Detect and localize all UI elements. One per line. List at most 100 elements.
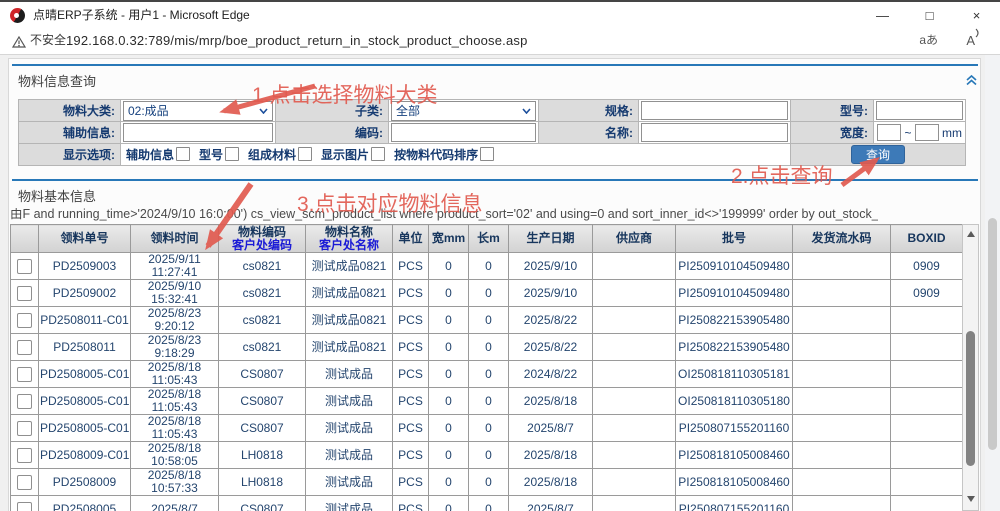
scroll-down-icon[interactable]	[967, 496, 975, 502]
table-cell[interactable]: 0	[429, 361, 469, 388]
table-cell[interactable]	[593, 469, 676, 496]
table-row[interactable]: PD2508005-C012025/8/18 11:05:43CS0807测试成…	[11, 361, 963, 388]
table-cell[interactable]: 2025/8/18 11:05:43	[131, 415, 219, 442]
row-checkbox-cell[interactable]	[11, 415, 39, 442]
table-cell[interactable]: PCS	[393, 496, 429, 511]
table-row[interactable]: PD2508009-C012025/8/18 10:58:05LH0818测试成…	[11, 442, 963, 469]
spec-input[interactable]	[641, 101, 788, 120]
table-cell[interactable]: 测试成品	[306, 442, 393, 469]
table-cell[interactable]: PCS	[393, 334, 429, 361]
table-cell[interactable]: PCS	[393, 253, 429, 280]
table-cell[interactable]: 测试成品	[306, 496, 393, 511]
table-cell[interactable]	[793, 469, 891, 496]
table-cell[interactable]	[593, 280, 676, 307]
table-cell[interactable]: PCS	[393, 469, 429, 496]
table-cell[interactable]: PD2509003	[39, 253, 131, 280]
row-checkbox-cell[interactable]	[11, 361, 39, 388]
table-cell[interactable]: PI250910104509480	[676, 280, 793, 307]
table-cell[interactable]: 0	[469, 334, 509, 361]
table-cell[interactable]: CS0807	[219, 388, 306, 415]
table-cell[interactable]: 测试成品	[306, 388, 393, 415]
read-aloud-icon[interactable]: A	[966, 27, 982, 54]
column-header-link[interactable]: 客户处名称	[307, 239, 391, 252]
table-cell[interactable]: 0	[429, 496, 469, 511]
row-checkbox[interactable]	[17, 313, 32, 328]
table-cell[interactable]	[593, 361, 676, 388]
table-cell[interactable]	[593, 388, 676, 415]
table-cell[interactable]: cs0821	[219, 307, 306, 334]
table-cell[interactable]: 0	[429, 469, 469, 496]
table-cell[interactable]: 2025/8/18	[509, 388, 593, 415]
table-cell[interactable]: LH0818	[219, 442, 306, 469]
table-cell[interactable]: PI250807155201160	[676, 496, 793, 511]
table-cell[interactable]	[891, 307, 963, 334]
table-cell[interactable]: PCS	[393, 307, 429, 334]
table-cell[interactable]: PI250818105008460	[676, 442, 793, 469]
table-cell[interactable]: 2025/8/7	[509, 496, 593, 511]
table-cell[interactable]	[891, 361, 963, 388]
table-cell[interactable]: 0	[429, 415, 469, 442]
table-cell[interactable]: 2025/9/10	[509, 253, 593, 280]
table-cell[interactable]: PI250910104509480	[676, 253, 793, 280]
table-cell[interactable]: 0	[469, 253, 509, 280]
row-checkbox-cell[interactable]	[11, 253, 39, 280]
table-cell[interactable]: 0	[429, 334, 469, 361]
name-input[interactable]	[641, 123, 788, 142]
table-cell[interactable]	[793, 496, 891, 511]
table-cell[interactable]: 0	[429, 442, 469, 469]
table-cell[interactable]: 2025/9/10 15:32:41	[131, 280, 219, 307]
table-cell[interactable]	[793, 280, 891, 307]
table-cell[interactable]: 2025/8/22	[509, 334, 593, 361]
minimize-button[interactable]: —	[859, 4, 906, 29]
table-cell[interactable]: 0909	[891, 253, 963, 280]
table-cell[interactable]: 0	[429, 307, 469, 334]
row-checkbox-cell[interactable]	[11, 442, 39, 469]
row-checkbox-cell[interactable]	[11, 496, 39, 511]
table-cell[interactable]: PD2508005-C01	[39, 415, 131, 442]
table-cell[interactable]: PCS	[393, 388, 429, 415]
table-scrollbar[interactable]	[962, 224, 979, 511]
row-checkbox[interactable]	[17, 367, 32, 382]
table-cell[interactable]	[891, 388, 963, 415]
table-cell[interactable]: PD2509002	[39, 280, 131, 307]
table-cell[interactable]: PD2508011-C01	[39, 307, 131, 334]
table-cell[interactable]: PD2508011	[39, 334, 131, 361]
table-row[interactable]: PD25080112025/8/23 9:18:29cs0821测试成品0821…	[11, 334, 963, 361]
table-cell[interactable]: 0	[429, 280, 469, 307]
table-row[interactable]: PD25080052025/8/7CS0807测试成品PCS002025/8/7…	[11, 496, 963, 511]
table-cell[interactable]: 2025/8/23 9:20:12	[131, 307, 219, 334]
display-option-checkbox[interactable]	[298, 147, 312, 161]
url-text[interactable]: 192.168.0.32:789/mis/mrp/boe_product_ret…	[66, 27, 528, 54]
table-scrollbar-thumb[interactable]	[966, 331, 975, 466]
table-cell[interactable]: PCS	[393, 280, 429, 307]
table-cell[interactable]: PI250818105008460	[676, 469, 793, 496]
table-cell[interactable]	[793, 442, 891, 469]
table-cell[interactable]: 测试成品0821	[306, 334, 393, 361]
scroll-up-icon[interactable]	[967, 231, 975, 237]
table-cell[interactable]: LH0818	[219, 469, 306, 496]
display-option-checkbox[interactable]	[225, 147, 239, 161]
row-checkbox[interactable]	[17, 475, 32, 490]
row-checkbox[interactable]	[17, 421, 32, 436]
table-cell[interactable]: 2025/8/7	[131, 496, 219, 511]
table-cell[interactable]: 2025/8/18 10:58:05	[131, 442, 219, 469]
table-row[interactable]: PD2508011-C012025/8/23 9:20:12cs0821测试成品…	[11, 307, 963, 334]
model-input[interactable]	[876, 101, 963, 120]
table-cell[interactable]: PI250822153905480	[676, 307, 793, 334]
row-checkbox[interactable]	[17, 394, 32, 409]
table-cell[interactable]: 0	[469, 361, 509, 388]
table-cell[interactable]: PI250807155201160	[676, 415, 793, 442]
table-cell[interactable]: 2025/8/7	[509, 415, 593, 442]
row-checkbox[interactable]	[17, 448, 32, 463]
table-cell[interactable]: 测试成品0821	[306, 307, 393, 334]
maximize-button[interactable]: □	[906, 4, 953, 29]
row-checkbox-cell[interactable]	[11, 469, 39, 496]
table-cell[interactable]: PI250822153905480	[676, 334, 793, 361]
row-checkbox[interactable]	[17, 286, 32, 301]
table-cell[interactable]	[891, 442, 963, 469]
row-checkbox-cell[interactable]	[11, 280, 39, 307]
table-cell[interactable]	[793, 253, 891, 280]
table-cell[interactable]: 0	[469, 388, 509, 415]
table-cell[interactable]	[891, 334, 963, 361]
material-category-select[interactable]: 02:成品	[123, 101, 273, 121]
